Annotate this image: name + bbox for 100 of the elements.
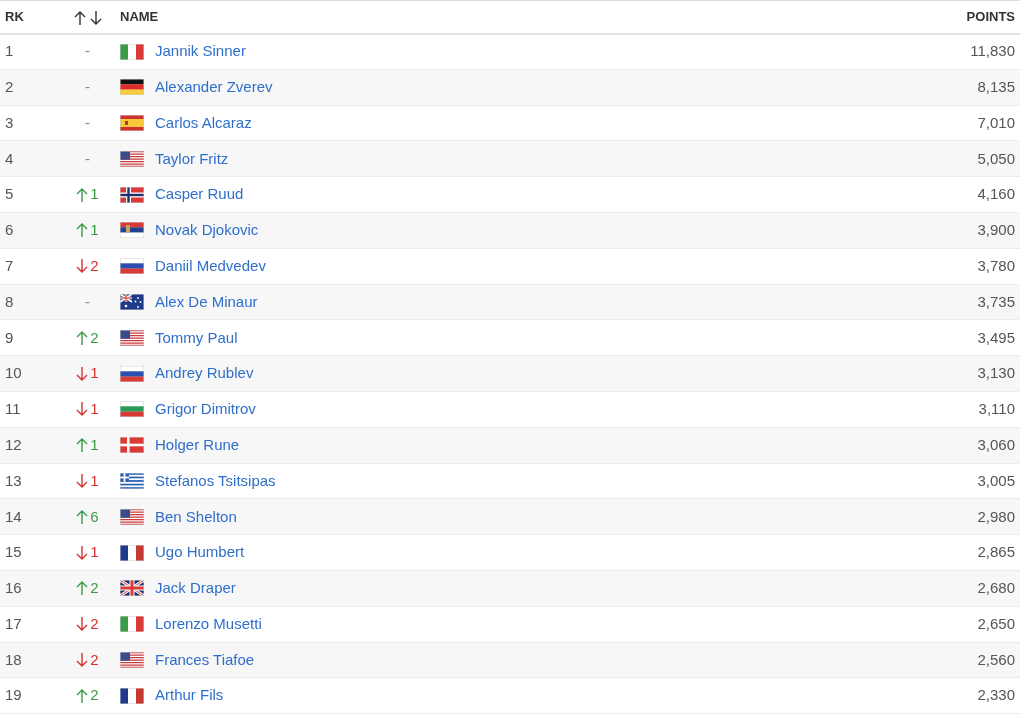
rank-number: 2 <box>5 77 14 95</box>
points-value: 2,680 <box>977 579 1015 597</box>
player-name-link[interactable]: Ugo Humbert <box>155 543 245 561</box>
player-name-link[interactable]: Taylor Fritz <box>155 149 229 167</box>
down-arrow-icon <box>76 401 89 418</box>
rank-change: - <box>85 291 90 312</box>
rank-number: 15 <box>5 543 22 561</box>
player-name-link[interactable]: Casper Ruud <box>155 185 244 203</box>
rank-number: 7 <box>5 256 14 274</box>
player-name-link[interactable]: Novak Djokovic <box>155 221 259 239</box>
flag-icon <box>120 258 144 275</box>
up-arrow-icon <box>76 508 89 525</box>
points-value: 3,130 <box>977 364 1015 382</box>
rank-change: - <box>85 76 90 97</box>
rank-change: 2 <box>90 685 99 706</box>
player-name-link[interactable]: Daniil Medvedev <box>155 256 266 274</box>
points-value: 5,050 <box>977 149 1015 167</box>
column-header[interactable]: NAME <box>120 9 159 24</box>
points-value: 3,495 <box>977 328 1015 346</box>
points-value: 7,010 <box>977 113 1015 131</box>
rank-change: - <box>85 112 90 133</box>
points-value: 3,735 <box>977 292 1015 310</box>
rank-number: 5 <box>5 185 14 203</box>
player-name-link[interactable]: Holger Rune <box>155 435 240 453</box>
rank-number: 13 <box>5 471 22 489</box>
flag-icon <box>120 365 144 382</box>
rank-change: - <box>85 148 90 169</box>
rank-change: 2 <box>90 613 99 634</box>
player-name-link[interactable]: Stefanos Tsitsipas <box>155 471 276 489</box>
rank-change: 2 <box>90 578 99 599</box>
player-name-link[interactable]: Arthur Fils <box>155 686 224 704</box>
down-arrow-icon <box>76 472 89 489</box>
player-name-link[interactable]: Tommy Paul <box>155 328 238 346</box>
points-value: 2,865 <box>977 543 1015 561</box>
up-arrow-icon <box>76 222 89 239</box>
points-value: 3,900 <box>977 221 1015 239</box>
rank-number: 11 <box>5 400 21 418</box>
flag-icon <box>120 115 144 131</box>
rank-change: 1 <box>90 434 99 455</box>
player-name-link[interactable]: Andrey Rublev <box>155 364 254 382</box>
flag-icon <box>120 79 144 96</box>
rank-number: 17 <box>5 614 22 632</box>
points-value: 2,980 <box>977 507 1015 525</box>
points-value: 3,110 <box>978 400 1015 418</box>
points-value: 4,160 <box>977 185 1015 203</box>
flag-icon <box>120 508 144 525</box>
flag-icon <box>120 580 144 597</box>
rank-change: 1 <box>90 470 99 491</box>
rank-number: 4 <box>5 149 14 167</box>
rank-number: 6 <box>5 221 14 239</box>
rank-number: 12 <box>5 435 22 453</box>
down-arrow-icon <box>76 651 89 668</box>
down-arrow-icon <box>76 544 89 561</box>
rank-number: 18 <box>5 650 22 668</box>
player-name-link[interactable]: Frances Tiafoe <box>155 650 255 668</box>
down-arrow-icon <box>76 258 89 275</box>
flag-icon <box>120 437 144 454</box>
player-name-link[interactable]: Ben Shelton <box>155 507 237 525</box>
rank-number: 10 <box>5 364 22 382</box>
points-value: 2,650 <box>977 614 1015 632</box>
player-name-link[interactable]: Jack Draper <box>155 579 236 597</box>
flag-icon <box>120 186 144 203</box>
points-value: 2,560 <box>977 650 1015 668</box>
points-value: 2,330 <box>977 686 1015 704</box>
down-arrow-icon <box>76 365 89 382</box>
flag-icon <box>120 222 144 239</box>
rank-change: 1 <box>90 220 99 241</box>
rank-number: 19 <box>5 686 22 704</box>
player-name-link[interactable]: Alexander Zverev <box>155 77 273 95</box>
flag-icon <box>120 43 144 60</box>
rank-number: 8 <box>5 292 14 310</box>
rank-number: 9 <box>5 328 14 346</box>
up-arrow-icon <box>76 329 89 346</box>
flag-icon <box>120 401 144 418</box>
rank-change: 1 <box>90 399 99 420</box>
rank-change: 1 <box>90 184 99 205</box>
up-arrow-icon <box>76 186 89 203</box>
rank-change: 1 <box>90 542 99 563</box>
points-value: 11,830 <box>970 42 1015 60</box>
rank-change: 2 <box>90 255 99 276</box>
player-name-link[interactable]: Jannik Sinner <box>155 42 246 60</box>
rank-change: 6 <box>90 506 99 527</box>
flag-icon <box>120 651 144 668</box>
flag-icon <box>120 150 144 167</box>
rank-number: 14 <box>5 507 22 525</box>
rank-change: 2 <box>90 327 99 348</box>
column-header[interactable]: RK <box>5 9 24 24</box>
player-name-link[interactable]: Grigor Dimitrov <box>155 400 256 418</box>
rank-change: 1 <box>90 363 99 384</box>
up-arrow-icon <box>76 437 89 454</box>
rank-number: 16 <box>5 579 22 597</box>
rank-number: 1 <box>5 42 14 60</box>
player-name-link[interactable]: Alex De Minaur <box>155 292 258 310</box>
flag-icon <box>120 472 144 489</box>
points-value: 8,135 <box>977 77 1015 95</box>
player-name-link[interactable]: Lorenzo Musetti <box>155 614 262 632</box>
flag-icon <box>120 616 144 633</box>
player-name-link[interactable]: Carlos Alcaraz <box>155 113 252 131</box>
up-arrow-icon <box>76 687 89 704</box>
column-header[interactable]: POINTS <box>966 9 1015 24</box>
